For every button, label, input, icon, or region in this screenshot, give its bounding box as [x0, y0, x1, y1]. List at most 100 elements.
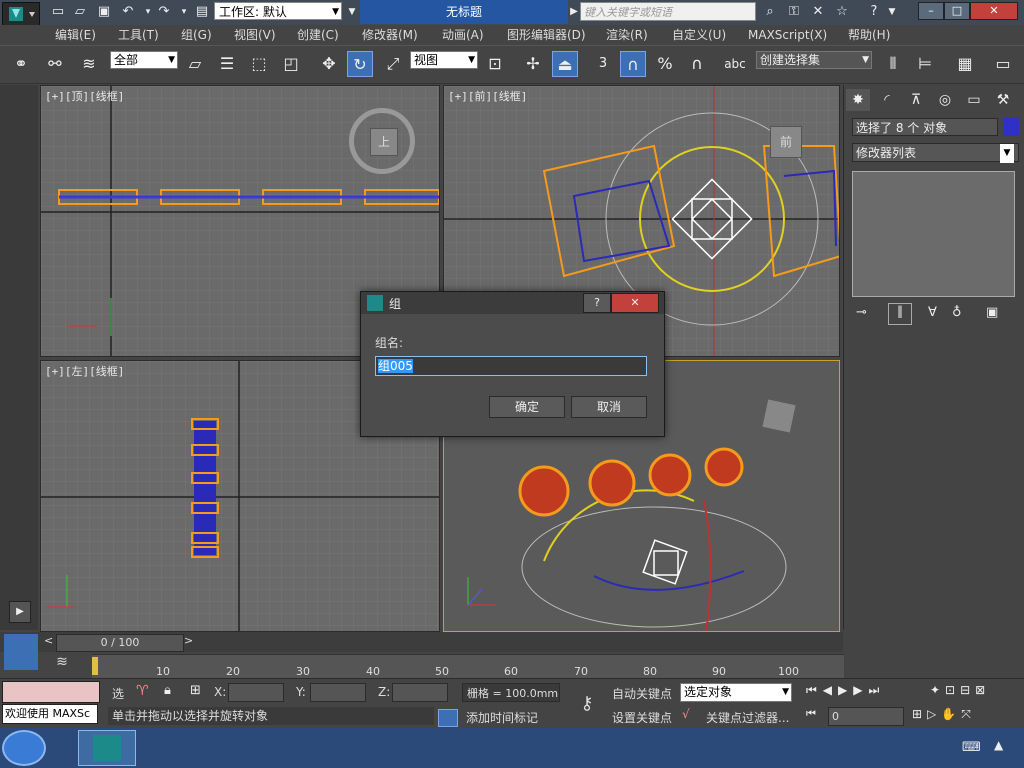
menu-graph-editors[interactable]: 图形编辑器(D): [507, 25, 586, 45]
z-coordinate-input[interactable]: [392, 683, 448, 702]
viewport-label-front[interactable]: [+][前][线框]: [448, 88, 527, 104]
menu-group[interactable]: 组(G): [181, 25, 212, 45]
menu-views[interactable]: 视图(V): [234, 25, 276, 45]
select-and-move-icon[interactable]: ✥: [316, 51, 342, 77]
key-mode-toggle-icon[interactable]: ⏮: [806, 707, 816, 721]
viewcube-front[interactable]: 前: [770, 126, 802, 158]
create-tab-icon[interactable]: ✸: [846, 89, 870, 111]
selection-filter-select[interactable]: 全部 ▼: [110, 51, 178, 69]
keyboard-icon[interactable]: ⌨: [962, 740, 981, 755]
viewcube-perspective[interactable]: [761, 398, 797, 434]
redo-dropdown-icon[interactable]: ▾: [176, 4, 192, 20]
time-next-arrow-icon[interactable]: >: [184, 634, 196, 650]
menu-edit[interactable]: 编辑(E): [55, 25, 96, 45]
time-slider-thumb[interactable]: 0 / 100: [56, 634, 184, 652]
minimize-button[interactable]: –: [918, 2, 944, 20]
binoculars-icon[interactable]: ⌕: [762, 4, 778, 20]
close-button[interactable]: ✕: [970, 2, 1018, 20]
new-file-icon[interactable]: ▭: [50, 4, 66, 20]
maximize-button[interactable]: □: [944, 2, 970, 20]
dialog-close-button[interactable]: ✕: [611, 293, 659, 313]
group-name-input[interactable]: 组005: [375, 356, 647, 376]
key-target-select[interactable]: 选定对象 ▼: [680, 683, 792, 702]
named-selection-select[interactable]: 创建选择集 ▼: [756, 51, 872, 69]
menu-tools[interactable]: 工具(T): [118, 25, 159, 45]
play-expand-icon[interactable]: ▶: [9, 601, 31, 623]
select-and-scale-icon[interactable]: ⤢: [380, 51, 406, 77]
time-slider[interactable]: < 0 / 100 >: [0, 632, 843, 670]
key-icon[interactable]: ⚿: [786, 4, 802, 20]
rect-selection-region-icon[interactable]: ⬚: [246, 51, 272, 77]
layer-manager-icon[interactable]: ▦: [952, 51, 978, 77]
menu-animation[interactable]: 动画(A): [442, 25, 484, 45]
spinner-snap-icon[interactable]: ∩: [684, 51, 710, 77]
viewport-layout-icon[interactable]: [4, 634, 38, 670]
maxscript-listener-mini[interactable]: [2, 681, 100, 703]
time-prev-arrow-icon[interactable]: <: [44, 634, 56, 650]
menu-rendering[interactable]: 渲染(R): [606, 25, 648, 45]
bind-space-warp-icon[interactable]: ≋: [76, 51, 102, 77]
tray-arrow-icon[interactable]: ▲: [994, 738, 1003, 752]
select-manipulate-icon[interactable]: ✢: [520, 51, 546, 77]
app-logo-button[interactable]: [2, 2, 40, 26]
modify-tab-icon[interactable]: ◜: [875, 89, 899, 111]
reference-coord-select[interactable]: 视图 ▼: [410, 51, 478, 69]
viewport-zoom-controls[interactable]: ✦⊡⊟⊠: [930, 683, 990, 697]
set-key-button[interactable]: 设置关键点: [612, 709, 676, 727]
current-frame-input[interactable]: 0: [828, 707, 904, 726]
pin-stack-icon[interactable]: ⊸: [856, 305, 878, 323]
project-folder-icon[interactable]: ▤: [194, 4, 210, 20]
undo-dropdown-icon[interactable]: ▾: [140, 4, 156, 20]
redo-icon[interactable]: ↷: [156, 4, 172, 20]
ok-button[interactable]: 确定: [489, 396, 565, 418]
open-file-icon[interactable]: ▱: [72, 4, 88, 20]
taskbar-app-3dsmax[interactable]: [78, 730, 136, 766]
absolute-mode-icon[interactable]: ⊞: [190, 683, 201, 698]
render-setup-icon[interactable]: ▭: [990, 51, 1016, 77]
align-icon[interactable]: ⊨: [912, 51, 938, 77]
viewport-label-left[interactable]: [+][左][线框]: [45, 363, 124, 379]
viewport-label-top[interactable]: [+][顶][线框]: [45, 88, 124, 104]
link-icon[interactable]: ⚭: [8, 51, 34, 77]
save-icon[interactable]: ▣: [96, 4, 112, 20]
show-end-result-icon[interactable]: ‖: [888, 303, 912, 325]
motion-tab-icon[interactable]: ◎: [933, 89, 957, 111]
isolate-selection-icon[interactable]: ♈: [136, 683, 149, 699]
selection-color-swatch[interactable]: [1003, 118, 1019, 136]
window-crossing-icon[interactable]: ◰: [278, 51, 304, 77]
cancel-button[interactable]: 取消: [571, 396, 647, 418]
menu-maxscript[interactable]: MAXScript(X): [748, 25, 827, 45]
make-unique-icon[interactable]: ∀: [928, 305, 950, 323]
snaps-toggle-icon[interactable]: 3: [590, 51, 616, 77]
tools-icon[interactable]: ✕: [810, 4, 826, 20]
angle-snap-icon[interactable]: ∩: [620, 51, 646, 77]
workspace-select[interactable]: 工作区: 默认 ▼: [214, 2, 342, 20]
playback-controls[interactable]: ⏮◀▶▶⏭: [806, 683, 885, 698]
pivot-center-icon[interactable]: ⊡: [482, 51, 508, 77]
help-dropdown-icon[interactable]: ▼: [884, 4, 900, 20]
key-filters-button[interactable]: 关键点过滤器...: [706, 709, 794, 727]
start-button[interactable]: [2, 730, 46, 766]
track-bar[interactable]: 10 20 30 40 50 60 70 80 90 100: [92, 654, 844, 679]
percent-snap-icon[interactable]: %: [652, 51, 678, 77]
viewcube-top[interactable]: 上: [349, 108, 415, 174]
set-key-icon[interactable]: ⚷: [570, 685, 604, 723]
keyboard-shortcut-override-icon[interactable]: ⏏: [552, 51, 578, 77]
modifier-list-select[interactable]: 修改器列表 ▼: [852, 143, 1019, 163]
mirror-icon[interactable]: ⫴: [880, 51, 906, 77]
unlink-icon[interactable]: ⚯: [42, 51, 68, 77]
menu-customize[interactable]: 自定义(U): [672, 25, 726, 45]
favorites-star-icon[interactable]: ☆: [834, 4, 850, 20]
select-and-rotate-icon[interactable]: ↻: [347, 51, 373, 77]
select-by-name-icon[interactable]: ☰: [214, 51, 240, 77]
menu-modifiers[interactable]: 修改器(M): [362, 25, 418, 45]
y-coordinate-input[interactable]: [310, 683, 366, 702]
help-icon[interactable]: ?: [866, 4, 882, 20]
menu-help[interactable]: 帮助(H): [848, 25, 890, 45]
search-input[interactable]: 键入关键字或短语: [580, 2, 756, 21]
edit-named-selection-icon[interactable]: abc: [722, 51, 748, 77]
remove-modifier-icon[interactable]: ♁: [952, 305, 974, 323]
auto-key-button[interactable]: 自动关键点: [612, 685, 676, 703]
menu-create[interactable]: 创建(C): [297, 25, 339, 45]
hierarchy-tab-icon[interactable]: ⊼: [904, 89, 928, 111]
